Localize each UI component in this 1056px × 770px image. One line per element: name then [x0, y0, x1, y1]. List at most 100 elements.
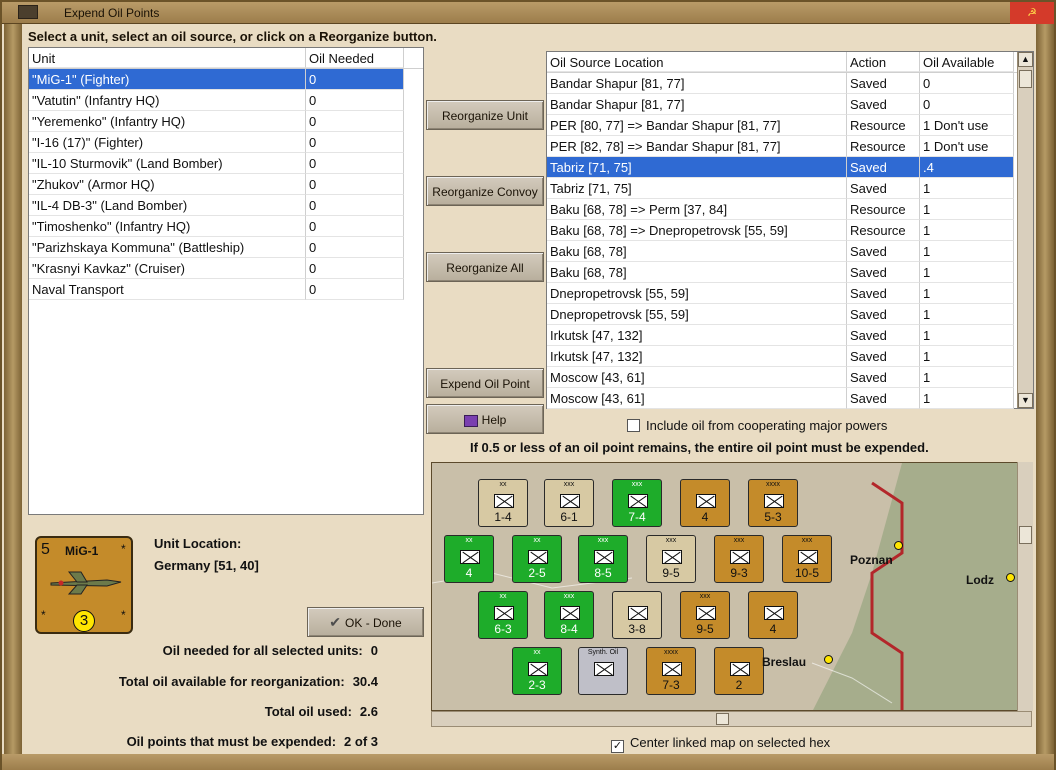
window-menu-icon[interactable]	[18, 5, 38, 19]
map-vertical-scrollbar[interactable]	[1017, 462, 1033, 711]
column-header-unit[interactable]: Unit	[29, 48, 306, 68]
oil-table-row[interactable]: Baku [68, 78] Saved 1	[547, 262, 1033, 283]
center-linked-map-checkbox[interactable]: ✓ Center linked map on selected hex	[611, 735, 830, 753]
reorganize-convoy-button[interactable]: Reorganize Convoy	[426, 176, 544, 206]
scroll-thumb[interactable]	[1019, 526, 1032, 544]
counter-size-label: xxx	[631, 481, 643, 488]
oil-table-row[interactable]: PER [82, 78] => Bandar Shapur [81, 77] Re…	[547, 136, 1033, 157]
oil-needed-cell: 0	[306, 90, 404, 111]
oil-source-cell: Baku [68, 78]	[547, 262, 847, 283]
action-cell: Resource	[847, 115, 920, 136]
map-unit-counter[interactable]: 4	[748, 591, 798, 639]
oil-table-row[interactable]: Tabriz [71, 75] Saved .4	[547, 157, 1033, 178]
checkbox-box[interactable]	[627, 419, 640, 432]
oil-table-row[interactable]: Dnepropetrovsk [55, 59] Saved 1	[547, 283, 1033, 304]
map-unit-counter[interactable]: xxx 7-4	[612, 479, 662, 527]
help-button[interactable]: Help	[426, 404, 544, 434]
checkmark-icon: ✔	[329, 614, 342, 630]
oil-table-row[interactable]: Baku [68, 78] Saved 1	[547, 241, 1033, 262]
unit-location-value: Germany [51, 40]	[154, 558, 259, 573]
oil-available-cell: 1	[920, 346, 1014, 367]
close-button[interactable]: ☭	[1010, 2, 1054, 24]
linked-map[interactable]: xx 1-4 xxx 6-1 xxx 7-4 4 xxxx 5-3 xx 4 xx 2-5 xxx 8-5 x…	[431, 462, 1032, 711]
oil-source-cell: Baku [68, 78] => Perm [37, 84]	[547, 199, 847, 220]
action-cell: Resource	[847, 220, 920, 241]
action-cell: Saved	[847, 241, 920, 262]
map-unit-counter[interactable]: xxxx 7-3	[646, 647, 696, 695]
left-frame-rail	[4, 24, 22, 754]
map-unit-counter[interactable]: xx 1-4	[478, 479, 528, 527]
oil-available-cell: 1	[920, 199, 1014, 220]
column-header-oil-needed[interactable]: Oil Needed	[306, 48, 404, 68]
counter-strength-label: 9-5	[662, 566, 680, 580]
oil-table-row[interactable]: Irkutsk [47, 132] Saved 1	[547, 325, 1033, 346]
stat-value: 30.4	[352, 674, 378, 689]
map-unit-counter[interactable]: xxx 9-5	[680, 591, 730, 639]
map-unit-counter[interactable]: 3-8	[612, 591, 662, 639]
column-header-oil-available[interactable]: Oil Available	[920, 52, 1014, 72]
map-horizontal-scrollbar[interactable]	[431, 711, 1032, 727]
unit-table-row[interactable]: "IL-10 Sturmovik" (Land Bomber) 0	[29, 153, 423, 174]
oil-table-row[interactable]: Baku [68, 78] => Dnepropetrovsk [55, 59]…	[547, 220, 1033, 241]
unit-table-header: Unit Oil Needed	[29, 48, 423, 69]
counter-size-label: xxx	[733, 537, 745, 544]
map-unit-counter[interactable]: xxx 10-5	[782, 535, 832, 583]
scroll-thumb[interactable]	[716, 713, 729, 725]
city-dot-icon	[894, 541, 903, 550]
oil-table-row[interactable]: Bandar Shapur [81, 77] Saved 0	[547, 73, 1033, 94]
oil-table-row[interactable]: Dnepropetrovsk [55, 59] Saved 1	[547, 304, 1033, 325]
unit-table-row[interactable]: "Yeremenko" (Infantry HQ) 0	[29, 111, 423, 132]
map-unit-counter[interactable]: xxx 8-5	[578, 535, 628, 583]
include-cooperating-oil-checkbox[interactable]: Include oil from cooperating major power…	[627, 418, 887, 433]
oil-table-row[interactable]: Moscow [43, 61] Saved 1	[547, 388, 1033, 409]
unit-table-row[interactable]: "IL-4 DB-3" (Land Bomber) 0	[29, 195, 423, 216]
map-unit-counter[interactable]: xxx 6-1	[544, 479, 594, 527]
unit-table-row[interactable]: "Krasnyi Kavkaz" (Cruiser) 0	[29, 258, 423, 279]
unit-table-row[interactable]: "Zhukov" (Armor HQ) 0	[29, 174, 423, 195]
map-unit-counter[interactable]: xxx 9-3	[714, 535, 764, 583]
checkbox-box[interactable]: ✓	[611, 740, 624, 753]
oil-table-row[interactable]: Baku [68, 78] => Perm [37, 84] Resource 1	[547, 199, 1033, 220]
map-unit-counter[interactable]: xx 2-5	[512, 535, 562, 583]
unit-table-row[interactable]: "Vatutin" (Infantry HQ) 0	[29, 90, 423, 111]
oil-table-row[interactable]: Irkutsk [47, 132] Saved 1	[547, 346, 1033, 367]
map-unit-counter[interactable]: xxxx 5-3	[748, 479, 798, 527]
unit-table-row[interactable]: "Parizhskaya Kommuna" (Battleship) 0	[29, 237, 423, 258]
map-unit-counter[interactable]: xx 4	[444, 535, 494, 583]
infantry-symbol-icon	[764, 606, 784, 620]
ok-done-button[interactable]: ✔ OK - Done	[307, 607, 424, 637]
unit-table-row[interactable]: "Timoshenko" (Infantry HQ) 0	[29, 216, 423, 237]
counter-strength-label: 5-3	[764, 510, 782, 524]
reorganize-unit-button[interactable]: Reorganize Unit	[426, 100, 544, 130]
unit-table-row[interactable]: "I-16 (17)" (Fighter) 0	[29, 132, 423, 153]
oil-available-cell: 1	[920, 367, 1014, 388]
map-unit-counter[interactable]: xxx 8-4	[544, 591, 594, 639]
map-unit-counter[interactable]: 2	[714, 647, 764, 695]
scroll-thumb[interactable]	[1019, 70, 1032, 88]
scroll-down-icon[interactable]: ▼	[1018, 393, 1033, 408]
oil-table-row[interactable]: Moscow [43, 61] Saved 1	[547, 367, 1033, 388]
infantry-symbol-icon	[594, 662, 614, 676]
map-unit-counter[interactable]: xx 6-3	[478, 591, 528, 639]
map-unit-counter[interactable]: Synth. Oil	[578, 647, 628, 695]
expend-oil-point-button[interactable]: Expend Oil Point	[426, 368, 544, 398]
column-header-oil-source[interactable]: Oil Source Location	[547, 52, 847, 72]
stat-value: 2 of 3	[344, 734, 378, 749]
unit-table-row[interactable]: Naval Transport 0	[29, 279, 423, 300]
map-unit-counter[interactable]: xxx 9-5	[646, 535, 696, 583]
oil-source-cell: Tabriz [71, 75]	[547, 178, 847, 199]
column-header-action[interactable]: Action	[847, 52, 920, 72]
map-unit-counter[interactable]: 4	[680, 479, 730, 527]
scroll-up-icon[interactable]: ▲	[1018, 52, 1033, 67]
oil-table-row[interactable]: Tabriz [71, 75] Saved 1	[547, 178, 1033, 199]
oil-table-row[interactable]: PER [80, 77] => Bandar Shapur [81, 77] Re…	[547, 115, 1033, 136]
unit-table-row[interactable]: "MiG-1" (Fighter) 0	[29, 69, 423, 90]
reorganize-all-button[interactable]: Reorganize All	[426, 252, 544, 282]
oil-source-cell: Irkutsk [47, 132]	[547, 325, 847, 346]
oil-table-scrollbar[interactable]: ▲ ▼	[1017, 52, 1033, 408]
oil-source-cell: Dnepropetrovsk [55, 59]	[547, 283, 847, 304]
oil-rule-note: If 0.5 or less of an oil point remains, …	[470, 440, 929, 455]
oil-table-row[interactable]: Bandar Shapur [81, 77] Saved 0	[547, 94, 1033, 115]
map-unit-counter[interactable]: xx 2-3	[512, 647, 562, 695]
city-dot-icon	[824, 655, 833, 664]
